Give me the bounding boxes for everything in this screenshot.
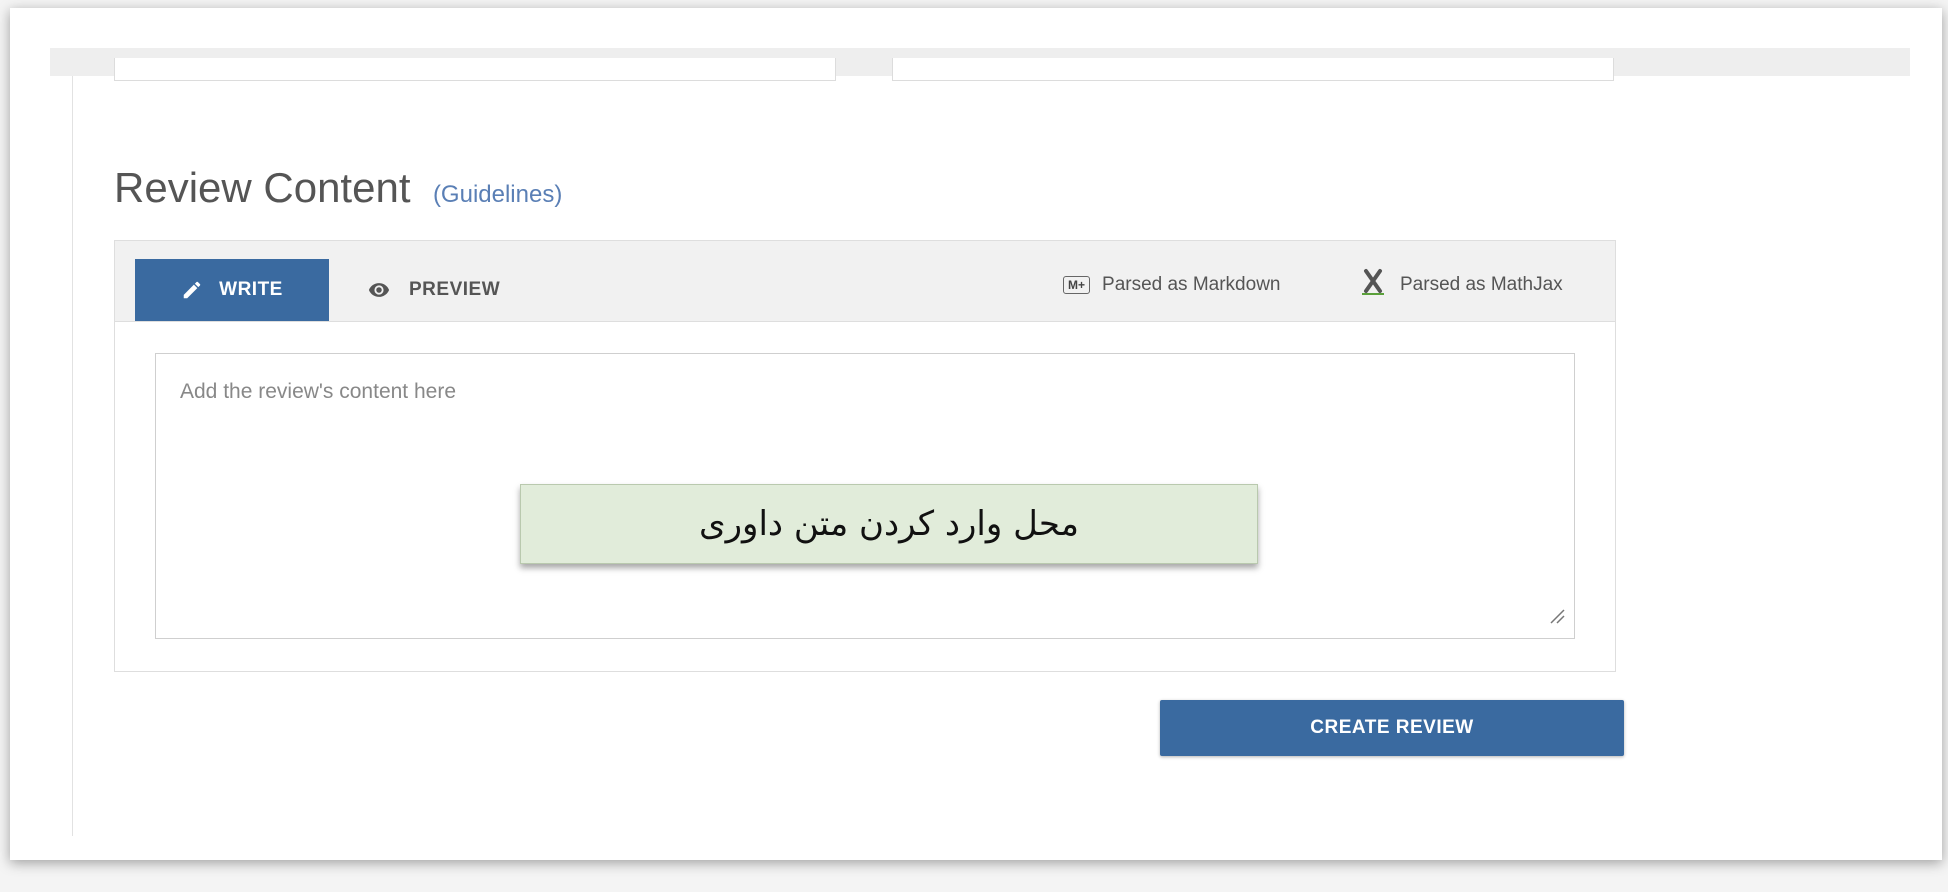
mathjax-icon	[1358, 267, 1388, 303]
previous-field-left[interactable]	[114, 58, 836, 81]
left-divider	[72, 76, 73, 836]
pencil-icon	[181, 279, 203, 301]
review-editor: WRITE PREVIEW M+ Parsed as Markdown Pars…	[114, 240, 1616, 672]
tab-preview-label: PREVIEW	[409, 279, 501, 300]
mathjax-label: Parsed as MathJax	[1400, 274, 1563, 295]
editor-toolbar: WRITE PREVIEW M+ Parsed as Markdown Pars…	[115, 241, 1615, 322]
eye-icon	[365, 279, 393, 301]
previous-field-right[interactable]	[892, 58, 1614, 81]
create-review-button[interactable]: CREATE REVIEW	[1160, 700, 1624, 756]
mathjax-info: Parsed as MathJax	[1358, 269, 1563, 301]
markdown-icon: M+	[1063, 276, 1091, 294]
tab-write-label: WRITE	[219, 279, 283, 300]
screenshot-frame: Review Content (Guidelines) WRITE PREVIE…	[10, 8, 1942, 860]
markdown-info: M+ Parsed as Markdown	[1063, 269, 1280, 301]
annotation-callout: محل وارد کردن متن داوری	[520, 484, 1258, 564]
tab-write[interactable]: WRITE	[135, 259, 329, 321]
section-title: Review Content	[114, 164, 411, 211]
markdown-label: Parsed as Markdown	[1102, 274, 1281, 295]
tab-preview[interactable]: PREVIEW	[347, 259, 518, 321]
resize-handle-icon[interactable]	[1548, 607, 1566, 630]
guidelines-link[interactable]: (Guidelines)	[433, 181, 562, 208]
review-content-header: Review Content (Guidelines)	[114, 164, 562, 212]
